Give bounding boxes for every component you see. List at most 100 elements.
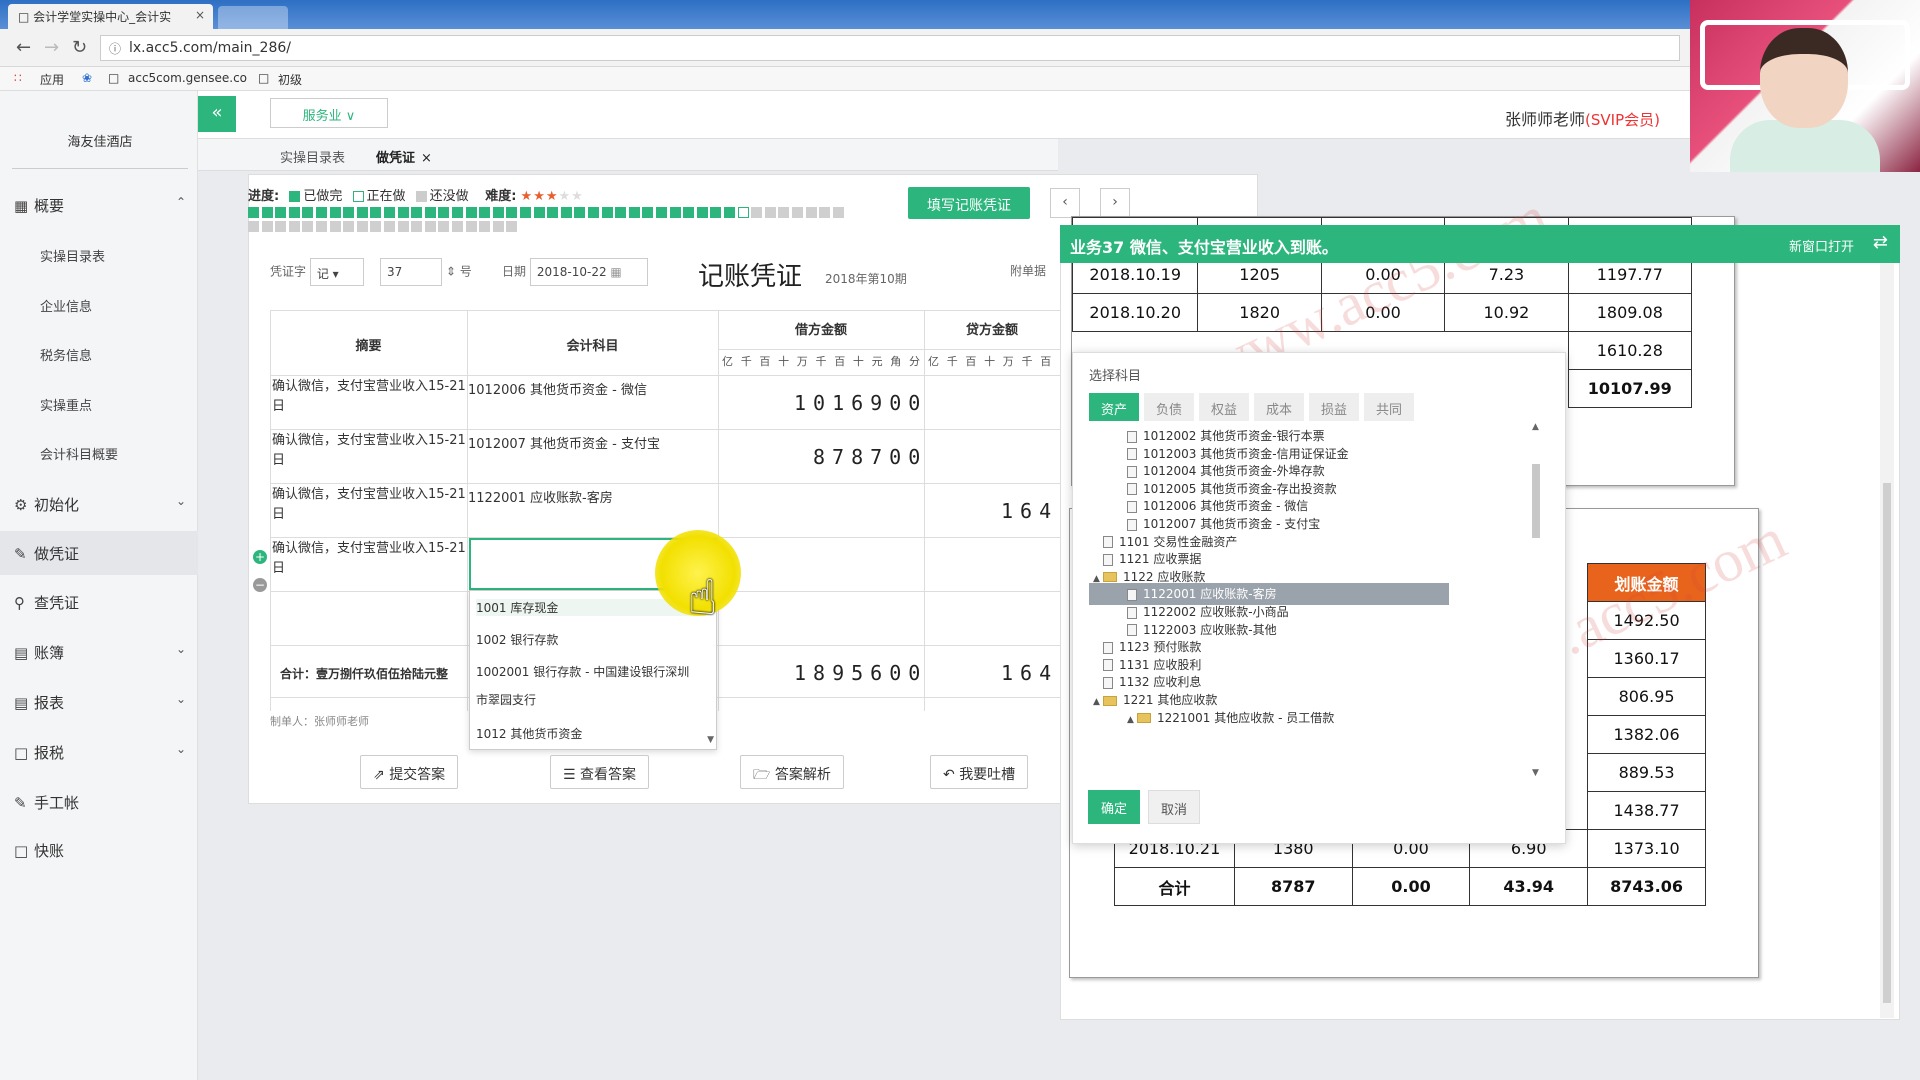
reload-icon[interactable]: ↻ xyxy=(72,37,87,58)
progress-cell[interactable] xyxy=(302,221,314,232)
progress-cell[interactable] xyxy=(452,207,463,218)
url-input[interactable]: ⓘ lx.acc5.com/main_286/ xyxy=(100,35,1680,61)
progress-cell[interactable] xyxy=(275,207,287,218)
close-icon[interactable]: × xyxy=(421,151,432,166)
voucher-type-select[interactable]: 记 ▾ xyxy=(309,258,364,286)
sidebar-item-overview[interactable]: ▦ 概要 ⌃ xyxy=(0,187,198,223)
progress-cell[interactable] xyxy=(588,207,599,218)
tab-assets[interactable]: 资产 xyxy=(1089,393,1139,421)
row-credit[interactable]: 164 xyxy=(1001,499,1058,523)
dropdown-item[interactable]: 1002001 银行存款 - 中国建设银行深圳 xyxy=(476,663,706,680)
progress-cell[interactable] xyxy=(683,207,695,218)
progress-cell[interactable] xyxy=(465,221,477,232)
answer-analysis-button[interactable]: 🗁 答案解析 xyxy=(740,755,844,789)
row-summary[interactable]: 确认微信，支付宝营业收入15-21日 xyxy=(272,431,466,471)
remove-row-button[interactable]: − xyxy=(253,578,267,592)
row-summary[interactable]: 确认微信，支付宝营业收入15-21日 xyxy=(272,485,466,525)
progress-cell[interactable] xyxy=(356,221,368,232)
progress-cell[interactable] xyxy=(615,207,627,218)
scrollbar-thumb[interactable] xyxy=(1883,483,1891,1003)
progress-cell[interactable] xyxy=(465,207,477,218)
sidebar-item-init[interactable]: ⚙ 初始化 ⌄ xyxy=(0,486,198,522)
progress-cell[interactable] xyxy=(547,207,559,218)
progress-cell[interactable] xyxy=(329,221,341,232)
sidebar-item-tax[interactable]: □ 报税 ⌄ xyxy=(0,734,198,770)
sidebar-item-query-voucher[interactable]: ⚲ 查凭证 xyxy=(0,584,198,620)
progress-cell[interactable] xyxy=(479,207,491,218)
tab-profit-loss[interactable]: 损益 xyxy=(1309,393,1359,421)
progress-cell[interactable] xyxy=(792,207,803,218)
progress-cell[interactable] xyxy=(343,207,355,218)
dropdown-item[interactable]: 1002 银行存款 xyxy=(476,631,706,648)
tab-make-voucher[interactable]: 做凭证 × xyxy=(376,147,432,166)
sidebar-item-make-voucher[interactable]: ✎ 做凭证 xyxy=(0,531,198,575)
progress-cell[interactable] xyxy=(248,207,259,218)
progress-cell[interactable] xyxy=(737,207,749,218)
tab-equity[interactable]: 权益 xyxy=(1199,393,1249,421)
switch-icon[interactable]: ⇄ xyxy=(1873,232,1888,253)
progress-cell[interactable] xyxy=(356,207,368,218)
stepper-icon[interactable]: ⇕ xyxy=(446,265,456,279)
sidebar-item-quick[interactable]: □ 快账 xyxy=(0,832,198,868)
industry-select[interactable]: 服务业 ∨ xyxy=(270,98,388,128)
progress-cell[interactable] xyxy=(316,207,327,218)
fill-voucher-button[interactable]: 填写记账凭证 xyxy=(908,187,1030,219)
progress-cell[interactable] xyxy=(411,221,423,232)
voucher-number-input[interactable]: 37 xyxy=(380,258,442,286)
next-button[interactable]: › xyxy=(1100,188,1130,218)
row-account[interactable]: 1012007 其他货币资金 - 支付宝 xyxy=(468,433,708,452)
progress-cell[interactable] xyxy=(397,221,409,232)
sidebar-sub-company-info[interactable]: 企业信息 xyxy=(40,296,92,315)
progress-cell[interactable] xyxy=(506,221,518,232)
progress-cell[interactable] xyxy=(628,207,640,218)
close-tab-icon[interactable]: × xyxy=(195,8,205,22)
submit-answer-button[interactable]: ⇗ 提交答案 xyxy=(360,755,459,789)
progress-cell[interactable] xyxy=(778,207,790,218)
progress-cell[interactable] xyxy=(316,221,327,232)
tab-cost[interactable]: 成本 xyxy=(1254,393,1304,421)
progress-cell[interactable] xyxy=(669,207,681,218)
progress-cell[interactable] xyxy=(832,207,844,218)
progress-cell[interactable] xyxy=(492,221,504,232)
progress-cell[interactable] xyxy=(288,221,300,232)
view-answer-button[interactable]: ☰ 查看答案 xyxy=(550,755,650,789)
dropdown-item[interactable]: 1012 其他货币资金 xyxy=(476,725,706,742)
row-account[interactable]: 1012006 其他货币资金 - 微信 xyxy=(468,379,708,398)
progress-cell[interactable] xyxy=(656,207,667,218)
progress-cell[interactable] xyxy=(438,221,450,232)
progress-cell[interactable] xyxy=(751,207,763,218)
bookmark-gensee[interactable]: acc5com.gensee.co xyxy=(128,71,247,85)
progress-cell[interactable] xyxy=(574,207,586,218)
progress-cell[interactable] xyxy=(479,221,491,232)
tree-scrollbar[interactable]: ▲ ▼ xyxy=(1532,422,1542,778)
forward-icon[interactable]: → xyxy=(44,37,59,58)
progress-cell[interactable] xyxy=(370,207,382,218)
sidebar-sub-catalog[interactable]: 实操目录表 xyxy=(40,246,105,265)
progress-cell[interactable] xyxy=(452,221,463,232)
progress-cell[interactable] xyxy=(601,207,613,218)
progress-cell[interactable] xyxy=(343,221,355,232)
row-summary[interactable]: 确认微信，支付宝营业收入15-21日 xyxy=(272,539,466,579)
sidebar-item-ledger[interactable]: ▤ 账簿 ⌄ xyxy=(0,634,198,670)
progress-cell[interactable] xyxy=(329,207,341,218)
bookmark-apps[interactable]: 应用 xyxy=(40,71,64,88)
prev-button[interactable]: ‹ xyxy=(1050,188,1080,218)
confirm-button[interactable]: 确定 xyxy=(1088,790,1140,824)
sidebar-sub-tax-info[interactable]: 税务信息 xyxy=(40,345,92,364)
progress-cell[interactable] xyxy=(302,207,314,218)
progress-cell[interactable] xyxy=(424,221,436,232)
progress-cell[interactable] xyxy=(764,207,776,218)
progress-cell[interactable] xyxy=(696,207,708,218)
browser-tab[interactable]: □ 会计学堂实操中心_会计实 × xyxy=(8,4,213,29)
progress-cell[interactable] xyxy=(248,221,259,232)
progress-cell[interactable] xyxy=(424,207,436,218)
progress-cell[interactable] xyxy=(275,221,287,232)
add-row-button[interactable]: + xyxy=(253,550,267,564)
progress-cell[interactable] xyxy=(642,207,654,218)
expand-arrow-icon[interactable]: ▲ xyxy=(1127,709,1137,731)
scroll-down-icon[interactable]: ▼ xyxy=(1532,768,1539,778)
progress-cell[interactable] xyxy=(438,207,450,218)
sidebar-item-report[interactable]: ▤ 报表 ⌄ xyxy=(0,684,198,720)
sidebar-item-manual[interactable]: ✎ 手工帐 xyxy=(0,784,198,820)
back-icon[interactable]: ← xyxy=(16,37,31,58)
